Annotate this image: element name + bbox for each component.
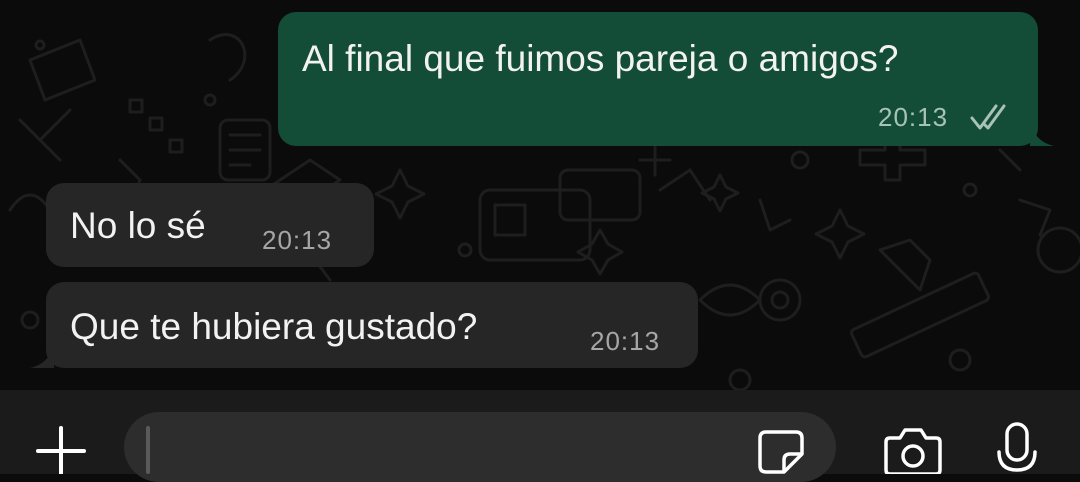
message-timestamp: 20:13	[590, 326, 661, 356]
sticker-icon[interactable]	[756, 428, 806, 474]
plus-icon[interactable]	[34, 424, 88, 474]
message-timestamp: 20:13	[262, 225, 333, 255]
message-text: No lo sé	[70, 205, 206, 246]
outgoing-message-bubble[interactable]: Al final que fuimos pareja o amigos? 20:…	[278, 12, 1054, 146]
message-timestamp: 20:13	[878, 102, 949, 132]
microphone-icon[interactable]	[994, 420, 1040, 474]
camera-icon[interactable]	[882, 426, 944, 474]
message-input[interactable]	[124, 412, 836, 482]
message-text: Que te hubiera gustado?	[70, 306, 478, 347]
double-check-icon	[970, 104, 1006, 130]
chat-area[interactable]: Al final que fuimos pareja o amigos? 20:…	[0, 0, 1080, 390]
incoming-message-bubble[interactable]: Que te hubiera gustado? 20:13	[30, 282, 698, 368]
bubble-tail	[1030, 124, 1054, 146]
text-cursor	[146, 426, 150, 474]
message-text: Al final que fuimos pareja o amigos?	[302, 38, 899, 79]
bubble-tail	[30, 346, 54, 368]
incoming-message-bubble[interactable]: No lo sé 20:13	[46, 183, 374, 267]
